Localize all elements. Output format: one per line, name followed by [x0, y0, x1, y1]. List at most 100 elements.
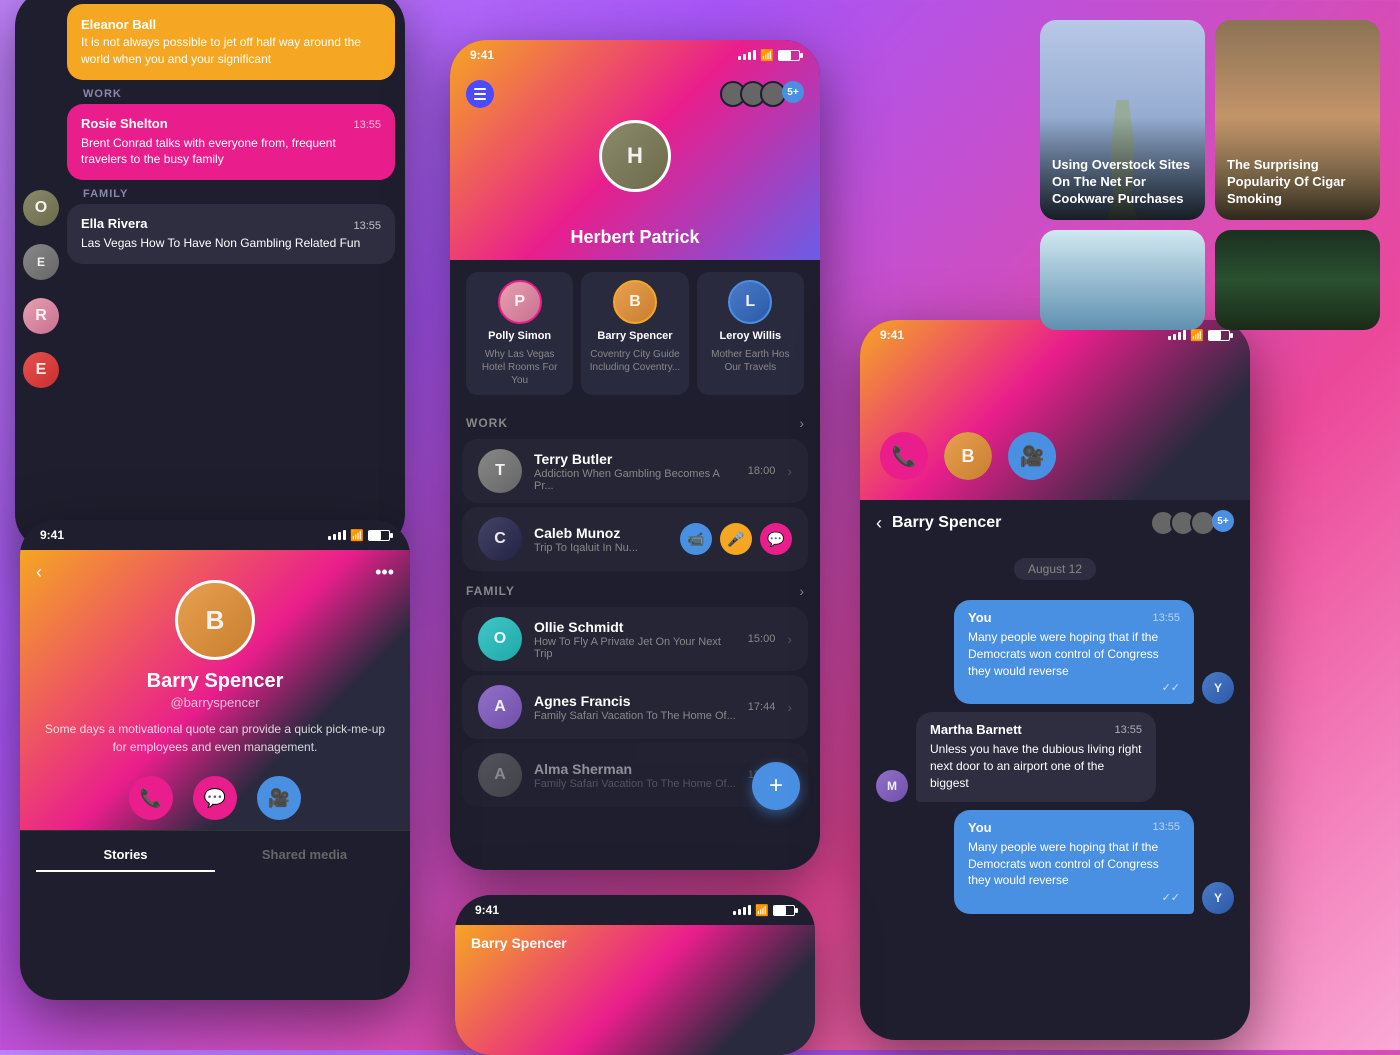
contact-name: Agnes Francis — [534, 693, 736, 709]
contact-avatar: A — [478, 753, 522, 797]
partial-hero: Barry Spencer — [455, 925, 815, 1055]
chevron-right-icon[interactable]: › — [799, 415, 804, 431]
story-avatar[interactable]: E — [23, 244, 59, 280]
article-card[interactable]: The Surprising Popularity Of Cigar Smoki… — [1215, 20, 1380, 220]
contact-message: Addiction When Gambling Becomes A Pr... — [534, 468, 736, 492]
chat-bubble: You 13:55 Many people were hoping that i… — [954, 600, 1194, 704]
bubble-header: You 13:55 — [968, 820, 1180, 835]
story-subtitle: Why Las Vegas Hotel Rooms For You — [474, 348, 565, 387]
chat-button[interactable]: 💬 — [760, 523, 792, 555]
status-icons: 📶 — [738, 49, 800, 62]
video-call-button[interactable]: 📹 — [680, 523, 712, 555]
status-icons: 📶 — [328, 529, 390, 542]
count-badge: 5+ — [1212, 510, 1234, 532]
signal-bar — [748, 52, 751, 60]
compose-button[interactable]: + — [752, 762, 800, 810]
signal-bars — [733, 905, 751, 915]
message-sender: You — [968, 820, 992, 835]
back-button[interactable]: ‹ — [876, 513, 882, 534]
story-name: Leroy Willis — [720, 330, 782, 342]
bubble-time: 13:55 — [353, 119, 381, 131]
message-button[interactable]: 💬 — [193, 776, 237, 820]
bubble-text: Las Vegas How To Have Non Gambling Relat… — [81, 235, 381, 252]
calling-item[interactable]: C Caleb Munoz Trip To Iqaluit In Nu... 📹… — [462, 507, 808, 571]
chevron-right-icon[interactable]: › — [799, 583, 804, 599]
contact-name-overlay: Barry Spencer — [471, 935, 567, 953]
status-icons: 📶 — [733, 904, 795, 917]
section-header-work: WORK › — [450, 407, 820, 435]
phone-action-button[interactable]: 📞 — [880, 432, 928, 480]
message-text: Unless you have the dubious living right… — [930, 741, 1142, 791]
video-button[interactable]: 🎥 — [257, 776, 301, 820]
section-header-family: FAMILY › — [450, 575, 820, 603]
status-bar: 9:41 📶 — [450, 40, 820, 70]
contact-item[interactable]: T Terry Butler Addiction When Gambling B… — [462, 439, 808, 503]
contact-item-agnes[interactable]: A Agnes Francis Family Safari Vacation T… — [462, 675, 808, 739]
articles-section: Using Overstock Sites On The Net For Coo… — [1040, 20, 1380, 340]
contact-info: Agnes Francis Family Safari Vacation To … — [534, 693, 736, 722]
bubble-sender-name: Ella Rivera — [81, 216, 148, 231]
story-avatar[interactable]: E — [23, 352, 59, 388]
profile-hero: ‹ ••• B Barry Spencer @barryspencer Some… — [20, 550, 410, 830]
contact-time: 15:00 — [748, 633, 776, 645]
message-time: 13:55 — [1114, 724, 1142, 736]
chat-action-buttons: 📞 B 🎥 — [880, 432, 1056, 480]
message-sent: You 13:55 Many people were hoping that i… — [876, 600, 1234, 704]
contact-time: 18:00 — [748, 465, 776, 477]
mic-button[interactable]: 🎤 — [720, 523, 752, 555]
article-overlay: Using Overstock Sites On The Net For Coo… — [1040, 117, 1205, 220]
bubble-header: You 13:55 — [968, 610, 1180, 625]
story-item[interactable]: P Polly Simon Why Las Vegas Hotel Rooms … — [466, 272, 573, 395]
call-button[interactable]: 📞 — [129, 776, 173, 820]
message-bubble-gray: Ella Rivera 13:55 Las Vegas How To Have … — [67, 204, 395, 264]
status-time: 9:41 — [880, 328, 904, 342]
article-card[interactable] — [1215, 230, 1380, 330]
story-avatar[interactable]: R — [23, 298, 59, 334]
back-button[interactable]: ‹ — [36, 562, 42, 583]
story-item[interactable]: L Leroy Willis Mother Earth Hos Our Trav… — [697, 272, 804, 395]
tab-shared-media[interactable]: Shared media — [215, 847, 394, 872]
date-badge: August 12 — [1014, 558, 1096, 580]
contact-info: Ollie Schmidt How To Fly A Private Jet O… — [534, 619, 736, 660]
overlap-avatars: 5+ — [1150, 510, 1234, 536]
bubble-sender-name: Eleanor Ball — [81, 17, 156, 32]
article-card[interactable]: Using Overstock Sites On The Net For Coo… — [1040, 20, 1205, 220]
bubble-sender-name: Rosie Shelton — [81, 116, 168, 131]
story-item[interactable]: B Barry Spencer Coventry City Guide Incl… — [581, 272, 688, 395]
section-title: WORK — [466, 416, 508, 430]
story-avatar: B — [613, 280, 657, 324]
contact-name-text: Barry Spencer — [471, 935, 567, 951]
message-bubble-yellow: Eleanor Ball It is not always possible t… — [67, 4, 395, 80]
profile-avatar: B — [175, 580, 255, 660]
status-time: 9:41 — [470, 48, 494, 62]
video-action-button[interactable]: 🎥 — [1008, 432, 1056, 480]
call-buttons: 📹 🎤 💬 — [680, 523, 792, 555]
article-title: The Surprising Popularity Of Cigar Smoki… — [1227, 157, 1368, 208]
hero-name: Herbert Patrick — [450, 227, 820, 248]
more-options-button[interactable]: ••• — [375, 562, 394, 583]
contact-message: Trip To Iqaluit In Nu... — [534, 542, 668, 554]
hero-avatar: H — [599, 120, 671, 192]
article-title: Using Overstock Sites On The Net For Coo… — [1052, 157, 1193, 208]
tab-stories[interactable]: Stories — [36, 847, 215, 872]
contact-message: How To Fly A Private Jet On Your Next Tr… — [534, 636, 736, 660]
article-card[interactable] — [1040, 230, 1205, 330]
profile-handle: @barryspencer — [170, 695, 259, 710]
story-avatar[interactable]: O — [23, 190, 59, 226]
chat-messages: You 13:55 Many people were hoping that i… — [860, 592, 1250, 930]
group-label-family: FAMILY — [67, 188, 395, 200]
chat-avatars-row: 5+ — [1150, 510, 1234, 536]
message-time: 13:55 — [1152, 612, 1180, 624]
message-bubble-pink: Rosie Shelton 13:55 Brent Conrad talks w… — [67, 104, 395, 181]
read-receipt: ✓✓ — [968, 891, 1180, 904]
menu-button[interactable] — [466, 80, 494, 108]
read-receipt: ✓✓ — [968, 681, 1180, 694]
sender-avatar: Y — [1202, 882, 1234, 914]
chat-bubble: Martha Barnett 13:55 Unless you have the… — [916, 712, 1156, 801]
chat-bubble: You 13:55 Many people were hoping that i… — [954, 810, 1194, 914]
story-avatar: P — [498, 280, 542, 324]
contact-avatar: O — [478, 617, 522, 661]
profile-bio: Some days a motivational quote can provi… — [40, 720, 390, 756]
contact-info: Caleb Munoz Trip To Iqaluit In Nu... — [534, 525, 668, 554]
contact-item-ollie[interactable]: O Ollie Schmidt How To Fly A Private Jet… — [462, 607, 808, 671]
